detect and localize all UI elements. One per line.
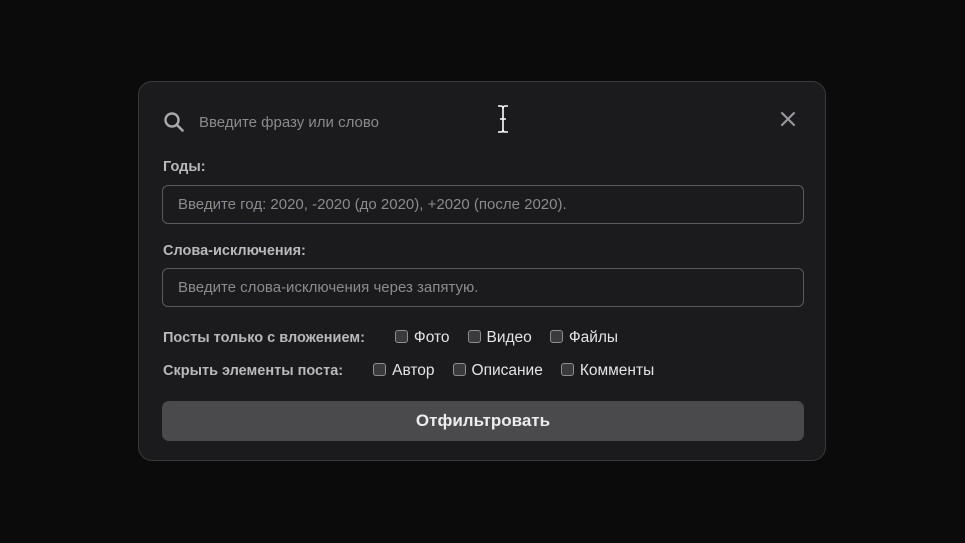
checkbox-comments[interactable]: Комменты xyxy=(560,362,655,380)
checkbox-label: Фото xyxy=(413,329,450,346)
checkbox-box[interactable] xyxy=(560,362,574,376)
checkbox-files[interactable]: Файлы xyxy=(549,329,619,347)
checkbox-label: Описание xyxy=(471,362,543,379)
search-row xyxy=(139,82,825,162)
checkbox-label: Комменты xyxy=(579,362,655,379)
years-input[interactable] xyxy=(162,185,804,224)
checkbox-label: Автор xyxy=(392,362,435,379)
exclusions-label: Слова-исключения: xyxy=(163,243,306,259)
filter-button[interactable]: Отфильтровать xyxy=(162,401,804,441)
search-icon xyxy=(164,112,184,132)
checkbox-box[interactable] xyxy=(394,329,408,343)
checkbox-box[interactable] xyxy=(373,362,387,376)
attachments-row: Посты только с вложением: Фото Видео Фай… xyxy=(163,327,636,349)
checkbox-box[interactable] xyxy=(452,362,466,376)
hide-elements-label: Скрыть элементы поста: xyxy=(163,363,344,379)
filter-panel: Годы: Слова-исключения: Посты только с в… xyxy=(138,81,826,461)
hide-elements-row: Скрыть элементы поста: Автор Описание Ко… xyxy=(163,360,672,382)
attachments-label: Посты только с вложением: xyxy=(163,330,365,346)
checkbox-video[interactable]: Видео xyxy=(467,329,532,347)
checkbox-box[interactable] xyxy=(467,329,481,343)
checkbox-author[interactable]: Автор xyxy=(373,362,435,380)
checkbox-photo[interactable]: Фото xyxy=(394,329,450,347)
checkbox-box[interactable] xyxy=(549,329,563,343)
text-cursor-icon xyxy=(498,105,508,133)
checkbox-label: Видео xyxy=(486,329,532,346)
years-label: Годы: xyxy=(163,159,206,175)
exclusions-input[interactable] xyxy=(162,268,804,307)
checkbox-description[interactable]: Описание xyxy=(452,362,543,380)
checkbox-label: Файлы xyxy=(568,329,619,346)
search-input[interactable] xyxy=(191,108,767,136)
close-icon[interactable] xyxy=(777,108,799,130)
